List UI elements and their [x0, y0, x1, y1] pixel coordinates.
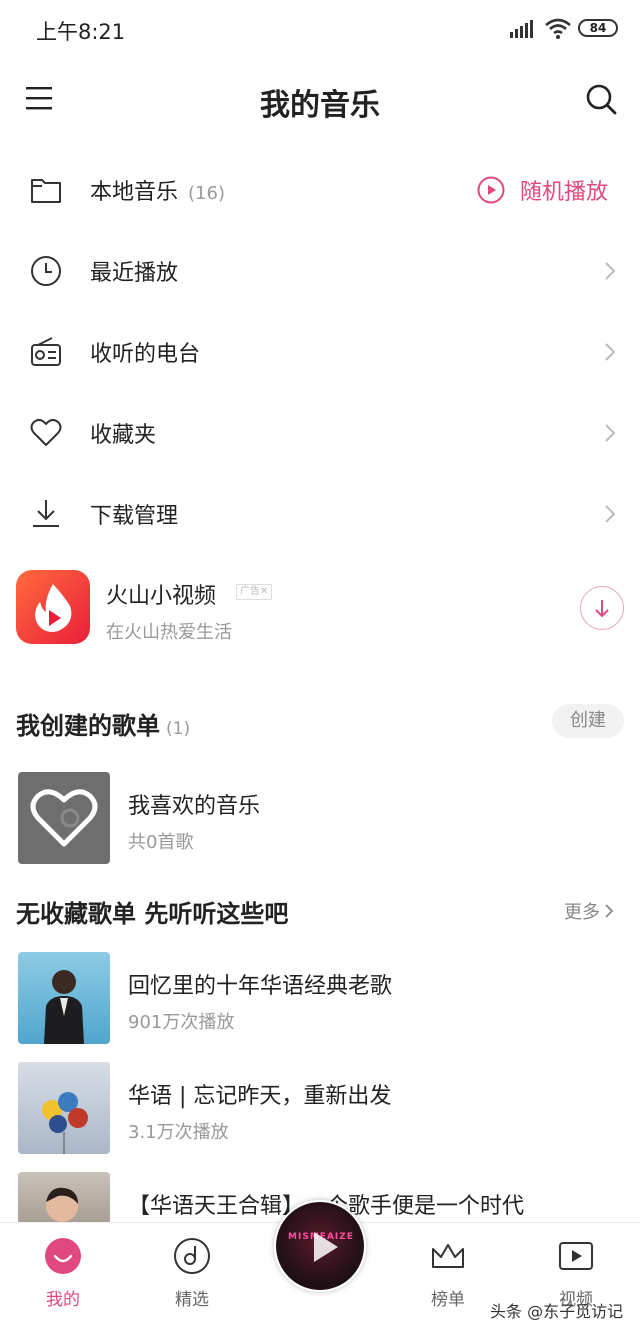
- chevron-right-icon: [605, 424, 616, 442]
- ad-download-button[interactable]: [580, 586, 624, 630]
- huoshan-logo: [16, 570, 90, 644]
- chevron-right-icon: [605, 343, 616, 361]
- status-bar: 上午8:21 84: [0, 0, 640, 56]
- recommend-header: 无收藏歌单 先听听这些吧 更多: [0, 890, 640, 930]
- tab-charts[interactable]: 榜单: [403, 1237, 493, 1321]
- tab-label: 精选: [175, 1290, 209, 1310]
- flame-icon: [35, 584, 72, 632]
- menu-item-label: 最近播放: [90, 261, 179, 286]
- playlist-cover: [18, 1062, 110, 1154]
- battery-indicator: 84: [578, 19, 618, 37]
- playlist-plays: 901万次播放: [128, 1012, 235, 1033]
- search-icon[interactable]: [584, 82, 618, 116]
- playlist-song-count: 共0首歌: [128, 832, 194, 853]
- video-icon: [559, 1242, 593, 1270]
- play-icon: [314, 1232, 338, 1262]
- section-count: (1): [166, 719, 191, 739]
- singer-photo-icon: [44, 970, 84, 1044]
- playlist-item-reco[interactable]: 华语 | 忘记昨天，重新出发 3.1万次播放: [0, 1062, 640, 1154]
- playlist-plays: 3.1万次播放: [128, 1122, 229, 1143]
- playlist-cover: [18, 952, 110, 1044]
- heart-icon: [30, 418, 62, 446]
- disc-icon: [174, 1238, 210, 1274]
- playlist-title: 我喜欢的音乐: [128, 794, 261, 819]
- now-playing-button[interactable]: MISMEAIZE: [274, 1200, 366, 1292]
- playlist-title: 回忆里的十年华语经典老歌: [128, 974, 393, 999]
- menu-item-label: 收听的电台: [90, 342, 201, 367]
- tab-label: 我的: [46, 1290, 80, 1310]
- menu-item-label: 收藏夹: [90, 423, 157, 448]
- balloons-icon: [42, 1092, 88, 1154]
- more-label: 更多: [564, 902, 600, 923]
- signal-icon: [510, 20, 533, 38]
- tab-mine[interactable]: 我的: [18, 1237, 108, 1321]
- menu-item-downloads[interactable]: 下载管理: [0, 474, 640, 555]
- chevron-right-icon: [605, 262, 616, 280]
- page-title: 我的音乐: [260, 88, 380, 123]
- screen: 上午8:21 84 我的音乐 本地音乐 (16) 随机播放 最近播放 收听的电台…: [0, 0, 640, 1332]
- created-playlists-header: 我创建的歌单 (1) 创建: [0, 702, 640, 742]
- menu-item-recent[interactable]: 最近播放: [0, 231, 640, 312]
- playlist-item-liked[interactable]: 我喜欢的音乐 共0首歌: [0, 772, 640, 864]
- menu-item-radio[interactable]: 收听的电台: [0, 312, 640, 393]
- tab-label: 榜单: [431, 1290, 465, 1310]
- heart-outline-icon: [30, 789, 98, 847]
- shuffle-play-button[interactable]: 随机播放: [476, 172, 608, 208]
- download-icon: [33, 500, 59, 527]
- section-title: 无收藏歌单 先听听这些吧: [16, 900, 289, 928]
- menu-item-label: 下载管理: [90, 504, 179, 529]
- chevron-right-icon: [605, 904, 614, 918]
- watermark: 头条 @东子觅访记: [490, 1302, 624, 1321]
- menu-item-favorites[interactable]: 收藏夹: [0, 393, 640, 474]
- top-bar: 我的音乐: [0, 64, 640, 136]
- play-circle-icon: [477, 176, 505, 204]
- menu-item-local-music[interactable]: 本地音乐 (16) 随机播放: [0, 150, 640, 231]
- smile-icon: [45, 1238, 81, 1274]
- liked-cover: [18, 772, 110, 864]
- chevron-right-icon: [605, 505, 616, 523]
- local-music-count: (16): [188, 183, 225, 204]
- folder-icon: [31, 179, 61, 203]
- ad-subtitle: 在火山热爱生活: [106, 622, 232, 643]
- ad-banner[interactable]: 火山小视频 广告✕ 在火山热爱生活: [0, 566, 640, 666]
- shuffle-play-label: 随机播放: [520, 180, 609, 205]
- crown-icon: [432, 1244, 464, 1268]
- clock-icon: [31, 256, 61, 286]
- more-link[interactable]: 更多: [564, 898, 614, 924]
- radio-icon: [31, 337, 61, 366]
- ad-title: 火山小视频: [106, 584, 217, 609]
- ad-tag[interactable]: 广告✕: [236, 584, 273, 600]
- section-title: 我创建的歌单 (1): [16, 712, 191, 740]
- playlist-title: 华语 | 忘记昨天，重新出发: [128, 1084, 392, 1109]
- download-arrow-icon: [595, 600, 609, 618]
- wifi-icon: [545, 18, 571, 39]
- status-time: 上午8:21: [36, 20, 126, 44]
- menu-item-label: 本地音乐 (16): [90, 180, 225, 205]
- create-playlist-button[interactable]: 创建: [552, 704, 624, 738]
- playlist-item-reco[interactable]: 回忆里的十年华语经典老歌 901万次播放: [0, 952, 640, 1044]
- menu-list: 本地音乐 (16) 随机播放 最近播放 收听的电台 收藏夹 下载管理: [0, 150, 640, 555]
- tab-featured[interactable]: 精选: [147, 1237, 237, 1321]
